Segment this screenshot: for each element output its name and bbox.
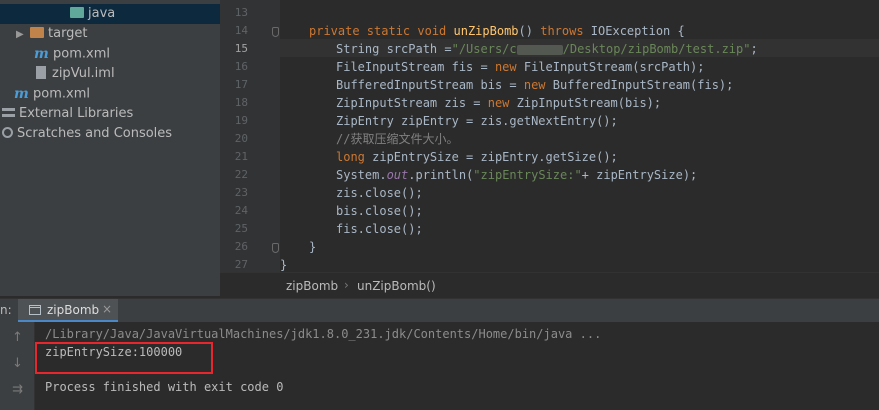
code-text: String srcPath =: [336, 42, 452, 56]
code-line-25: fis.close();: [336, 222, 423, 236]
keyword: new: [523, 78, 546, 92]
static-field: out: [386, 168, 409, 182]
tree-item-label: java: [88, 6, 116, 21]
code-line-16: FileInputStream fis = new FileInputStrea…: [336, 58, 704, 76]
run-label: n:: [0, 303, 12, 317]
breadcrumb-item-method[interactable]: unZipBomb(): [357, 279, 436, 293]
keyword: private static void: [309, 24, 454, 38]
code-line-14: private static void unZipBomb() throws I…: [309, 22, 685, 40]
run-toolbar: ↑ ↓ ⇉: [0, 322, 35, 410]
run-tab-zipbomb[interactable]: zipBomb ×: [18, 299, 118, 322]
code-line-15: String srcPath ="/Users/c/Desktop/zipBom…: [336, 40, 758, 58]
string-literal: "zipEntrySize:": [473, 168, 582, 182]
code-text: zipEntrySize = zipEntry.getSize();: [364, 150, 618, 164]
code-text: (): [518, 24, 541, 38]
code-text: ZipInputStream zis =: [336, 96, 488, 110]
code-comment: //获取压缩文件大小。: [336, 132, 459, 146]
code-text: + zipEntrySize);: [581, 168, 698, 182]
tree-item-label: pom.xml: [53, 46, 110, 62]
arrow-up-icon[interactable]: ↑: [12, 330, 23, 345]
tree-item-target[interactable]: ▶ target: [16, 24, 88, 44]
code-text: .println(: [408, 168, 474, 182]
line-number: 18: [234, 96, 248, 109]
code-line-19: ZipEntry zipEntry = zis.getNextEntry();: [336, 114, 618, 128]
tree-item-label: Scratches and Consoles: [17, 126, 173, 141]
keyword: throws: [540, 24, 584, 38]
code-line-17: BufferedInputStream bis = new BufferedIn…: [336, 76, 733, 94]
code-line-27: }: [280, 258, 288, 272]
keyword: new: [487, 96, 510, 110]
folder-icon: [30, 27, 44, 38]
tree-item-pom-root[interactable]: m pom.xml: [14, 84, 90, 104]
line-number: 21: [234, 150, 248, 163]
keyword: long: [336, 150, 365, 164]
breadcrumb: zipBomb › unZipBomb(): [220, 272, 879, 298]
code-text: FileInputStream(srcPath);: [516, 60, 705, 74]
console-icon: [29, 305, 41, 315]
close-icon[interactable]: ×: [102, 302, 112, 316]
line-number: 22: [234, 168, 248, 181]
code-text: BufferedInputStream(fis);: [545, 78, 734, 92]
line-number: 19: [234, 114, 248, 127]
highlight-box: [35, 342, 213, 374]
line-number: 13: [234, 6, 248, 19]
tree-item-label: External Libraries: [19, 106, 134, 121]
line-number: 25: [234, 222, 248, 235]
breadcrumb-separator: ›: [344, 278, 349, 292]
maven-icon: m: [34, 46, 49, 62]
code-line-23: zis.close();: [336, 186, 423, 200]
tree-item-label: zipVul.iml: [52, 66, 115, 81]
scratches-icon: [2, 127, 13, 138]
code-line-22: System.out.println("zipEntrySize:"+ zipE…: [336, 166, 697, 184]
project-tree: java ▶ target m pom.xml zipVul.iml m pom.xm…: [0, 0, 220, 296]
line-number: 20: [234, 132, 248, 145]
line-number-gutter: 13 14 15 16 17 18 19 20 21 22 23 24 25 2…: [220, 0, 280, 272]
libraries-icon: [2, 107, 15, 119]
console-exit-line: Process finished with exit code 0: [45, 380, 284, 394]
keyword: new: [494, 60, 517, 74]
console-output[interactable]: /Library/Java/JavaVirtualMachines/jdk1.8…: [35, 322, 879, 410]
code-line-26: }: [309, 240, 317, 254]
run-tab-label: zipBomb: [47, 303, 100, 317]
tree-item-java[interactable]: java: [0, 4, 220, 24]
soft-wrap-icon[interactable]: ⇉: [12, 382, 23, 397]
line-number: 16: [234, 60, 248, 73]
code-line-21: long zipEntrySize = zipEntry.getSize();: [336, 148, 618, 166]
module-file-icon: [36, 66, 46, 79]
maven-icon: m: [14, 86, 29, 102]
arrow-down-icon[interactable]: ↓: [12, 356, 23, 371]
string-literal: /Desktop/zipBomb/test.zip": [562, 42, 751, 56]
string-literal: "/Users/c: [451, 42, 517, 56]
method-name: unZipBomb: [453, 24, 519, 38]
code-line-18: ZipInputStream zis = new ZipInputStream(…: [336, 94, 661, 112]
code-text: BufferedInputStream bis =: [336, 78, 524, 92]
line-number: 14: [234, 24, 248, 37]
line-number: 15: [234, 42, 248, 55]
code-editor[interactable]: private static void unZipBomb() throws I…: [280, 0, 879, 272]
code-text: System.: [336, 168, 387, 182]
code-line-24: bis.close();: [336, 204, 423, 218]
expand-arrow-icon[interactable]: ▶: [16, 25, 30, 45]
redacted-text: [516, 44, 563, 55]
breadcrumb-item-class[interactable]: zipBomb: [286, 279, 338, 293]
line-number: 23: [234, 186, 248, 199]
tree-item-zipvul-iml[interactable]: zipVul.iml: [36, 64, 115, 84]
line-number: 26: [234, 240, 248, 253]
tree-item-external-libraries[interactable]: External Libraries: [2, 104, 133, 124]
console-command-line: /Library/Java/JavaVirtualMachines/jdk1.8…: [45, 327, 602, 341]
line-number: 24: [234, 204, 248, 217]
line-number: 17: [234, 78, 248, 91]
code-text: IOException {: [583, 24, 685, 38]
tree-item-scratches[interactable]: Scratches and Consoles: [2, 124, 172, 144]
tree-item-label: pom.xml: [33, 86, 90, 102]
tree-item-pom-module[interactable]: m pom.xml: [34, 44, 110, 64]
fold-marker-icon[interactable]: [272, 27, 279, 37]
fold-marker-icon[interactable]: [272, 243, 279, 253]
tree-item-label: target: [48, 26, 88, 41]
code-text: ZipInputStream(bis);: [509, 96, 662, 110]
code-text: ;: [750, 42, 758, 56]
folder-icon: [70, 7, 84, 18]
code-text: FileInputStream fis =: [336, 60, 495, 74]
run-tool-window-header: n: zipBomb ×: [0, 298, 879, 322]
